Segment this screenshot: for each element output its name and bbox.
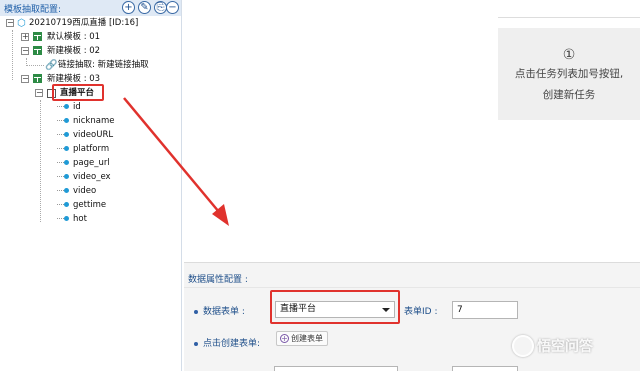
watermark: 悟空问答 xyxy=(512,335,640,365)
input-field[interactable] xyxy=(452,366,518,371)
tip-number: ① xyxy=(562,47,576,63)
tip-box: ① 点击任务列表加号按钮, 创建新任务 xyxy=(498,28,640,120)
highlight-box xyxy=(270,290,400,324)
table-id-label: 表单ID : xyxy=(404,307,438,317)
create-table-button[interactable]: + 创建表单 xyxy=(276,331,328,346)
table-id-input[interactable]: 7 xyxy=(452,301,518,319)
input-field[interactable] xyxy=(274,366,398,371)
bullet-icon xyxy=(194,341,198,346)
watermark-logo-icon xyxy=(512,335,534,357)
table-label: 数据表单 : xyxy=(194,304,245,317)
bullet-icon xyxy=(194,309,198,314)
divider xyxy=(184,287,640,288)
tip-text: 创建新任务 xyxy=(542,89,596,101)
section-title: 数据属性配置 : xyxy=(188,275,248,285)
task-list-header xyxy=(498,0,640,18)
plus-icon: + xyxy=(280,334,289,343)
create-table-label: 点击创建表单: xyxy=(194,336,260,349)
tip-text: 点击任务列表加号按钮, xyxy=(514,68,624,80)
